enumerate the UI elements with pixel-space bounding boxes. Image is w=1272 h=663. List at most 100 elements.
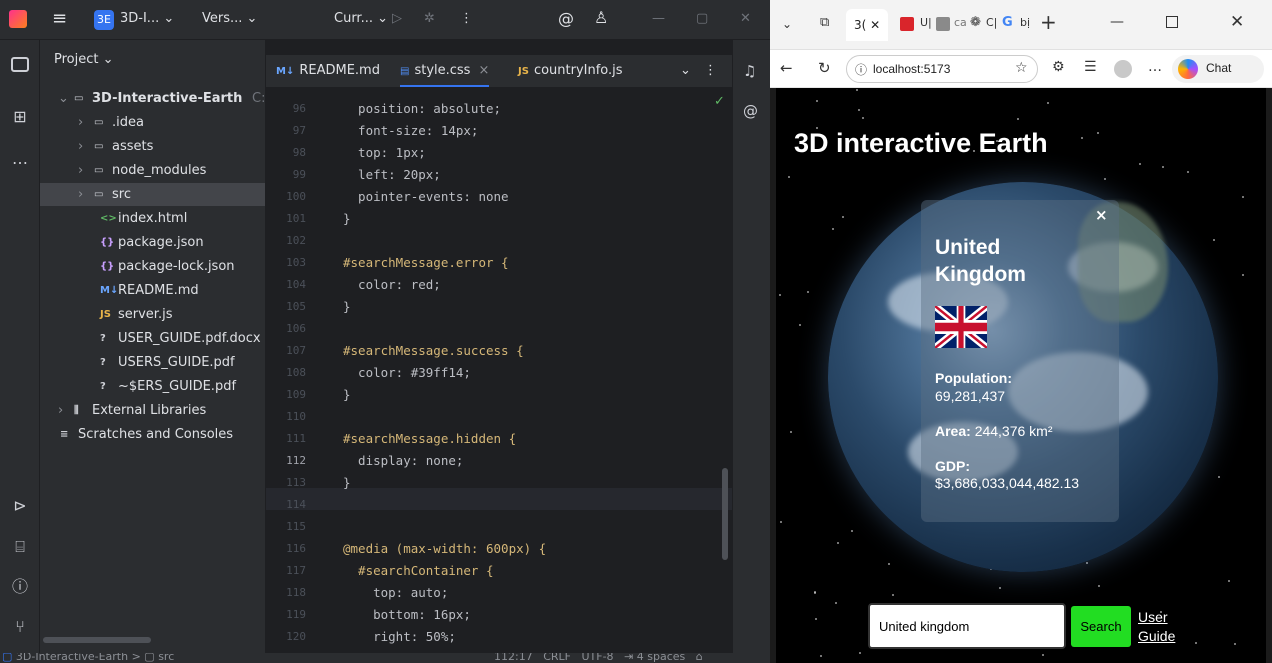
inspection-ok-icon[interactable]: ✓ [714,94,725,109]
close-tab-icon[interactable]: × [478,63,489,78]
editor-tab[interactable]: M↓ README.md [276,55,380,87]
line-separator[interactable]: CRLF [543,653,571,663]
editor-tab[interactable]: JS countryInfo.js [518,55,623,87]
back-icon[interactable]: ← [780,59,793,77]
browser-close-icon[interactable]: ✕ [1230,12,1244,32]
tab-list-chevron-icon[interactable]: ⌄ [680,55,691,87]
unknown-file-icon: ? [100,333,106,344]
star-dot [1161,166,1164,169]
problems-icon[interactable]: ⓘ [9,576,31,598]
browser-maximize-icon[interactable] [1166,16,1178,28]
chevron-right-icon[interactable]: › [78,159,83,182]
tab-bi-label[interactable]: bị [1020,16,1030,29]
copilot-chat-button[interactable]: Chat [1172,55,1264,83]
browser-tab-active[interactable]: 3( ✕ [846,9,888,41]
tree-item[interactable]: ? ~$ERS_GUIDE.pdf [40,375,265,398]
debug-icon[interactable]: ✲ [424,11,435,26]
chatgpt-tab-icon[interactable]: ❁ [970,15,981,30]
ai-assistant-icon[interactable]: @ [558,9,574,28]
tree-item[interactable]: › ⫼ External Libraries [40,399,265,422]
chevron-right-icon[interactable]: › [78,183,83,206]
notifications-bell-icon[interactable]: ♫ [743,62,756,80]
star-dot [1103,178,1106,181]
pdf-tab-icon[interactable] [900,17,914,31]
tab-more-icon[interactable]: ⋮ [704,55,717,87]
project-name-dropdown[interactable]: 3D-I... ⌄ [120,11,174,26]
jetbrains-logo-icon[interactable] [9,10,27,28]
chevron-down-icon[interactable]: ⌄ [58,87,69,110]
terminal-icon[interactable]: ⌸ [9,536,31,558]
tree-item[interactable]: ? USER_GUIDE.pdf.docx [40,327,265,350]
info-icon[interactable]: ⓘ [855,61,867,78]
project-panel-title[interactable]: Project ⌄ [54,52,114,67]
tree-item[interactable]: ≡ Scratches and Consoles [40,423,265,446]
services-icon[interactable]: ⊳ [9,495,31,517]
vcs-dropdown[interactable]: Vers... ⌄ [202,11,257,26]
line-number: 114 [286,498,306,511]
tab-u-label[interactable]: U| [920,16,932,29]
maximize-icon[interactable]: ▢ [696,11,708,26]
refresh-icon[interactable]: ↻ [818,59,831,77]
add-user-icon[interactable]: ♙ [594,8,608,27]
tab-c-label[interactable]: C| [986,16,997,29]
country-search-input[interactable]: United kingdom [868,603,1066,649]
structure-icon[interactable]: ⊞ [9,106,31,128]
editor-scrollbar[interactable] [722,468,728,560]
project-scrollbar[interactable] [43,637,151,643]
cursor-position[interactable]: 112:17 [494,653,533,663]
url-field[interactable]: ⓘ localhost:5173 ☆ [846,55,1038,83]
chevron-right-icon[interactable]: › [78,135,83,158]
tree-item[interactable]: M↓ README.md [40,279,265,302]
tab-ca-label[interactable]: ca [954,16,967,29]
tree-item[interactable]: JS server.js [40,303,265,326]
project-badge[interactable]: 3E [94,10,114,30]
tree-item[interactable]: › ▭ src [40,183,265,206]
tree-item[interactable]: <> index.html [40,207,265,230]
status-breadcrumb[interactable]: ▢ 3D-Interactive-Earth > ▢ src [2,653,174,663]
tree-item[interactable]: › ▭ .idea [40,111,265,134]
more-tools-icon[interactable]: … [9,148,31,170]
profile-avatar-icon[interactable] [1114,60,1132,78]
browser-menu-icon[interactable]: … [1148,59,1162,75]
browser-minimize-icon[interactable]: — [1110,14,1124,30]
search-button[interactable]: Search [1071,606,1131,647]
tree-item[interactable]: ⌄ ▭ 3D-Interactive-Earth C:\V [40,87,265,110]
code-editor[interactable]: 96 position: absolute; 97 font-size: 14px… [266,40,732,653]
run-config-dropdown[interactable]: Curr... ⌄ [334,11,388,26]
lock-icon[interactable]: ⌂ [696,653,703,663]
chevron-right-icon[interactable]: › [58,399,63,422]
editor-tab[interactable]: ▤ style.css × [400,55,490,87]
run-icon[interactable]: ▷ [392,11,402,26]
close-tab-icon[interactable]: ✕ [870,18,880,32]
file-encoding[interactable]: UTF-8 [581,653,613,663]
tree-item[interactable]: {} package.json [40,231,265,254]
ai-chat-icon[interactable]: @ [743,102,758,120]
close-card-button[interactable]: × [1095,206,1108,224]
tree-item[interactable]: › ▭ assets [40,135,265,158]
more-icon[interactable]: ⋮ [460,11,473,26]
tree-item[interactable]: ? USERS_GUIDE.pdf [40,351,265,374]
tree-item-label: package-lock.json [118,259,235,274]
google-tab-icon[interactable]: G [1002,15,1013,30]
collections-icon[interactable]: ☰ [1084,59,1097,75]
indent-setting[interactable]: 4 spaces [637,653,686,663]
main-menu-icon[interactable]: ≡ [52,8,67,29]
workspaces-icon[interactable]: ⧉ [820,15,829,30]
tree-item[interactable]: {} package-lock.json [40,255,265,278]
project-panel-title-text: Project [54,52,99,67]
tree-item[interactable]: › ▭ node_modules [40,159,265,182]
minimize-icon[interactable]: — [652,11,665,26]
image-tab-icon[interactable] [936,17,950,31]
project-tool-icon[interactable] [11,57,29,72]
tab-actions-chevron-icon[interactable]: ⌄ [782,17,792,31]
chevron-right-icon[interactable]: › [78,111,83,134]
close-icon[interactable]: ✕ [740,11,751,26]
favorite-star-icon[interactable]: ☆ [1015,60,1028,76]
line-number: 99 [292,168,306,181]
country-name: United Kingdom [935,236,1026,286]
new-tab-icon[interactable]: + [1040,10,1057,34]
git-icon[interactable]: ⑂ [9,616,31,638]
extensions-icon[interactable]: ⚙ [1052,59,1065,75]
user-guide-link[interactable]: User Guide [1138,608,1198,646]
tree-item-label: server.js [118,307,173,322]
